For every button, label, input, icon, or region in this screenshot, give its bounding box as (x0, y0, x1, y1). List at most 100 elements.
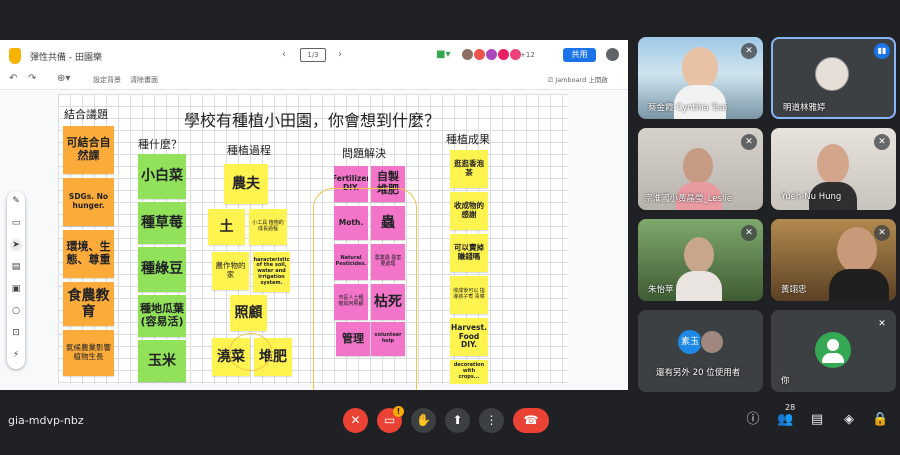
participant-tile[interactable]: ✕ 蔡金霞 Cynthia Tsai (638, 37, 763, 119)
raise-hand-icon[interactable]: ✋ (411, 408, 436, 433)
clear-frame-button[interactable]: 清除畫面 (130, 74, 158, 86)
meet-icon[interactable]: ■▾ (436, 49, 450, 61)
mic-off-icon: ✕ (874, 134, 890, 150)
eraser-icon[interactable]: ▭ (10, 217, 22, 229)
share-button[interactable]: 共用 (563, 48, 596, 62)
participant-video (817, 144, 849, 184)
board-title: 學校有種植小田園，你會想到什麼？ (184, 111, 441, 130)
end-call-icon[interactable]: ☎ (513, 408, 549, 433)
account-avatar[interactable] (606, 48, 619, 61)
participant-tile[interactable]: ✕ 宗淮國小黃晶瑩_Leslie (638, 128, 763, 210)
sticky-note[interactable]: 種草莓 (138, 202, 186, 244)
meeting-code: gia-mdvp-nbz (8, 414, 84, 427)
prev-frame-icon[interactable]: ‹ (282, 49, 286, 61)
participant-tile[interactable]: ✕ 黃翊忠 (771, 219, 896, 301)
self-tile[interactable]: ✕ 你 (771, 310, 896, 392)
sticky-note[interactable]: 可結合自然課 (63, 126, 114, 174)
drawn-lasso (229, 333, 272, 371)
sticky-note[interactable]: SDGs. No hunger. (63, 178, 114, 226)
frame-indicator[interactable]: 1/3 (300, 48, 326, 62)
mic-off-icon: ✕ (741, 225, 757, 241)
avatar (815, 57, 849, 91)
sticky-note[interactable]: decoration with crops... (450, 360, 488, 384)
laser-icon[interactable]: ⚡ (10, 349, 22, 361)
people-icon[interactable]: 👥 (777, 412, 793, 428)
avatar (815, 332, 851, 368)
jamboard-file-title[interactable]: 彈性共備 - 田園樂 (30, 50, 102, 63)
meet-window: 彈性共備 - 田園樂 ↶ ↷ ⊕▾ 設定背景 清除畫面 ‹ 1/3 › ■▾ +… (0, 0, 900, 455)
textbox-icon[interactable]: ⊡ (10, 327, 22, 339)
jamboard-toolbar: 彈性共備 - 田園樂 ↶ ↷ ⊕▾ 設定背景 清除畫面 ‹ 1/3 › ■▾ +… (0, 40, 628, 90)
participant-video (682, 47, 718, 89)
participant-video (683, 148, 713, 184)
zoom-icon[interactable]: ⊕▾ (57, 73, 70, 85)
mic-off-icon: ✕ (741, 134, 757, 150)
sticky-note[interactable]: 小工具 植物的成長過程 (249, 209, 287, 245)
jamboard-logo-icon (9, 48, 21, 64)
activities-icon[interactable]: ◈ (841, 412, 857, 428)
participant-video (676, 271, 722, 301)
set-background-button[interactable]: 設定背景 (93, 74, 121, 86)
sticky-note[interactable]: 玉米 (138, 340, 186, 382)
sticky-note[interactable]: 種地瓜葉(容易活) (138, 295, 186, 337)
select-icon[interactable]: ➤ (10, 239, 22, 251)
info-icon[interactable]: ⓘ (745, 412, 761, 428)
circle-icon[interactable]: ○ (10, 305, 22, 317)
sticky-note[interactable]: 照顧 (230, 295, 267, 331)
header-problem: 問題解決 (342, 147, 386, 160)
participant-name: 朱怡苹 (648, 285, 674, 295)
mic-off-icon: ✕ (741, 43, 757, 59)
participant-name: 黃翊忠 (781, 285, 807, 295)
participant-video (684, 237, 714, 273)
sticky-note[interactable]: 可以賣掉賺錢嗎 (450, 234, 488, 272)
redo-icon[interactable]: ↷ (28, 73, 36, 85)
sticky-note[interactable]: characteristics of the soil, water and i… (253, 252, 290, 292)
sticky-note[interactable]: 食農教育 (63, 282, 114, 326)
drawn-loop (313, 188, 417, 390)
sticky-note[interactable]: 收成物的感謝 (450, 192, 488, 230)
header-what: 種什麼？ (138, 138, 182, 151)
participant-video (837, 227, 877, 273)
participant-name: 你 (781, 376, 790, 386)
participant-name: 蔡金霞 Cynthia Tsai (648, 103, 728, 113)
sticky-note[interactable]: 土 (208, 209, 245, 245)
participant-name: 明道林雅婷 (783, 103, 826, 113)
sticky-note-icon[interactable]: ▤ (10, 261, 22, 273)
sticky-note[interactable]: 種綠豆 (138, 247, 186, 292)
participant-tile[interactable]: ✕ 朱怡苹 (638, 219, 763, 301)
next-frame-icon[interactable]: › (338, 49, 342, 61)
others-label: 還有另外 20 位使用者 (656, 368, 741, 378)
header-combine: 結合議題 (64, 108, 108, 121)
sticky-note[interactable]: 氣候農業影響植物生長 (63, 330, 114, 376)
mic-off-icon: ✕ (874, 316, 890, 332)
sticky-note[interactable]: 環境、生態、尊重 (63, 230, 114, 278)
sticky-note[interactable]: 逛逛香泡茶 (450, 150, 488, 188)
image-icon[interactable]: ▣ (10, 283, 22, 295)
avatar: 素玉 (678, 330, 702, 354)
sticky-note[interactable]: 小白菜 (138, 154, 186, 199)
others-tile[interactable]: 素玉 還有另外 20 位使用者 (638, 310, 763, 392)
avatar (700, 330, 724, 354)
mic-off-icon[interactable]: ✕ (343, 408, 368, 433)
jamboard-presentation: 彈性共備 - 田園樂 ↶ ↷ ⊕▾ 設定背景 清除畫面 ‹ 1/3 › ■▾ +… (0, 40, 628, 390)
drawing-toolbar: ✎ ▭ ➤ ▤ ▣ ○ ⊡ ⚡ (7, 191, 25, 369)
present-icon[interactable]: ⬆ (445, 408, 470, 433)
participant-video (829, 269, 889, 301)
sticky-note[interactable]: Harvest. Food DIY. (450, 318, 488, 356)
warning-badge: ! (393, 406, 404, 417)
more-icon[interactable]: ⋮ (479, 408, 504, 433)
chat-icon[interactable]: ▤ (809, 412, 825, 428)
participant-tile-speaking[interactable]: ▮▮ 明道林雅婷 (771, 37, 896, 119)
undo-icon[interactable]: ↶ (9, 73, 17, 85)
sticky-note[interactable]: 農夫 (224, 164, 268, 204)
open-in-jamboard-button[interactable]: ⎚ Jamboard 上開啟 (548, 74, 608, 86)
host-controls-icon[interactable]: 🔒 (872, 412, 888, 428)
participant-tile[interactable]: ✕ Yueh-Nu Hung (771, 128, 896, 210)
sticky-note[interactable]: 農作物的家 (212, 252, 249, 290)
mic-off-icon: ✕ (874, 225, 890, 241)
participant-name: Yueh-Nu Hung (781, 192, 842, 202)
more-collaborators[interactable]: +12 (520, 49, 535, 61)
participant-name: 宗淮國小黃晶瑩_Leslie (644, 194, 732, 204)
pen-icon[interactable]: ✎ (10, 195, 22, 207)
sticky-note[interactable]: 收成後可以 指導孩子煮 青菜 (450, 276, 488, 314)
